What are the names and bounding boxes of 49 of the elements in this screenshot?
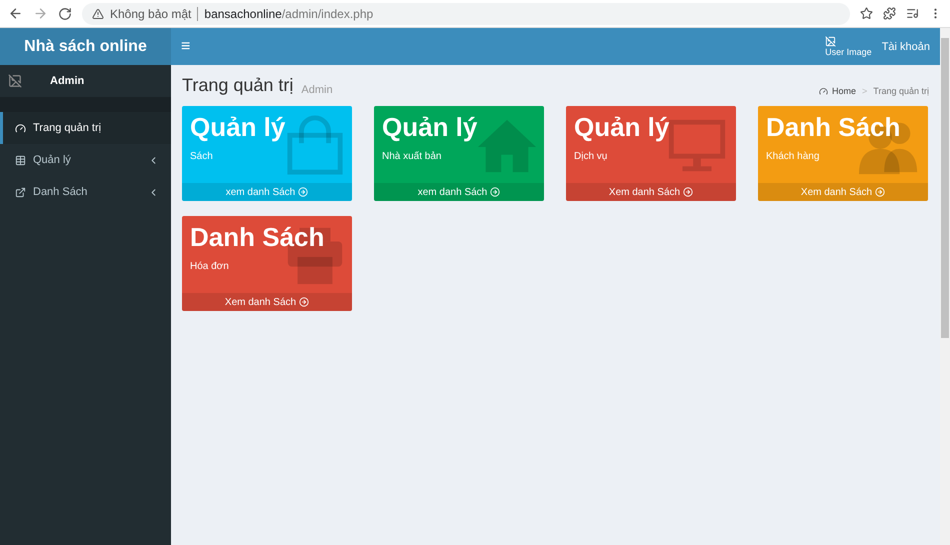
breadcrumb-link[interactable]: Home (819, 86, 856, 96)
warning-icon (92, 8, 104, 20)
broken-image-icon (8, 74, 22, 88)
back-button[interactable] (8, 6, 23, 21)
card-title: Quản lý (190, 112, 286, 143)
arrow-circle-icon (299, 297, 310, 307)
breadcrumb-current: Trang quản trị (873, 86, 929, 96)
external-link-icon (15, 186, 26, 198)
sidebar-item[interactable]: Quản lý (0, 144, 171, 176)
card-title: Quản lý (382, 112, 478, 143)
arrow-circle-icon (298, 187, 308, 197)
scrollbar[interactable] (940, 28, 950, 545)
card-footer-link[interactable]: Xem danh Sách (182, 293, 352, 311)
address-bar[interactable]: Không bảo mật bansachonline/admin/index.php (82, 2, 850, 24)
dashboard-icon (15, 122, 26, 134)
extensions-icon[interactable] (883, 7, 896, 20)
user-image-alt-text: User Image (825, 47, 872, 57)
broken-image-icon (825, 36, 836, 47)
sidebar-item[interactable]: Trang quản trị (0, 112, 171, 144)
card-subtitle: Sách (190, 151, 214, 162)
breadcrumb-separator: > (862, 86, 868, 96)
page-title: Trang quản trị (182, 75, 294, 96)
user-name: Admin (50, 75, 84, 87)
card-subtitle: Khách hàng (766, 151, 820, 162)
card-footer-link[interactable]: xem danh Sách (182, 183, 352, 201)
dashboard-icon (819, 86, 828, 96)
arrow-circle-icon (875, 187, 886, 197)
account-link[interactable]: Tài khoản (882, 40, 930, 52)
card-title: Danh Sách (766, 112, 902, 143)
page-subtitle: Admin (301, 84, 333, 96)
security-label: Không bảo mật (110, 6, 192, 20)
sidebar-item[interactable]: Danh Sách (0, 176, 171, 208)
bookmark-star-icon[interactable] (860, 7, 873, 20)
card-footer-link[interactable]: Xem danh Sách (566, 183, 736, 201)
card-title: Quản lý (574, 112, 670, 143)
card-subtitle: Dịch vụ (574, 151, 608, 162)
reload-button[interactable] (58, 6, 72, 20)
arrow-circle-icon (490, 187, 500, 197)
app-logo: Nhà sách online (0, 28, 171, 65)
card-subtitle: Hóa đơn (190, 261, 230, 272)
card-footer-link[interactable]: xem danh Sách (374, 183, 544, 201)
card-subtitle: Nhà xuất bản (382, 151, 442, 162)
table-icon (15, 154, 26, 166)
menu-toggle-button[interactable]: ≡ (181, 38, 190, 56)
card-footer-link[interactable]: Xem danh Sách (758, 183, 928, 201)
media-icon[interactable] (906, 7, 919, 20)
url-text: bansachonline/admin/index.php (204, 6, 374, 20)
card-title: Danh Sách (190, 222, 326, 253)
arrow-circle-icon (683, 187, 694, 197)
